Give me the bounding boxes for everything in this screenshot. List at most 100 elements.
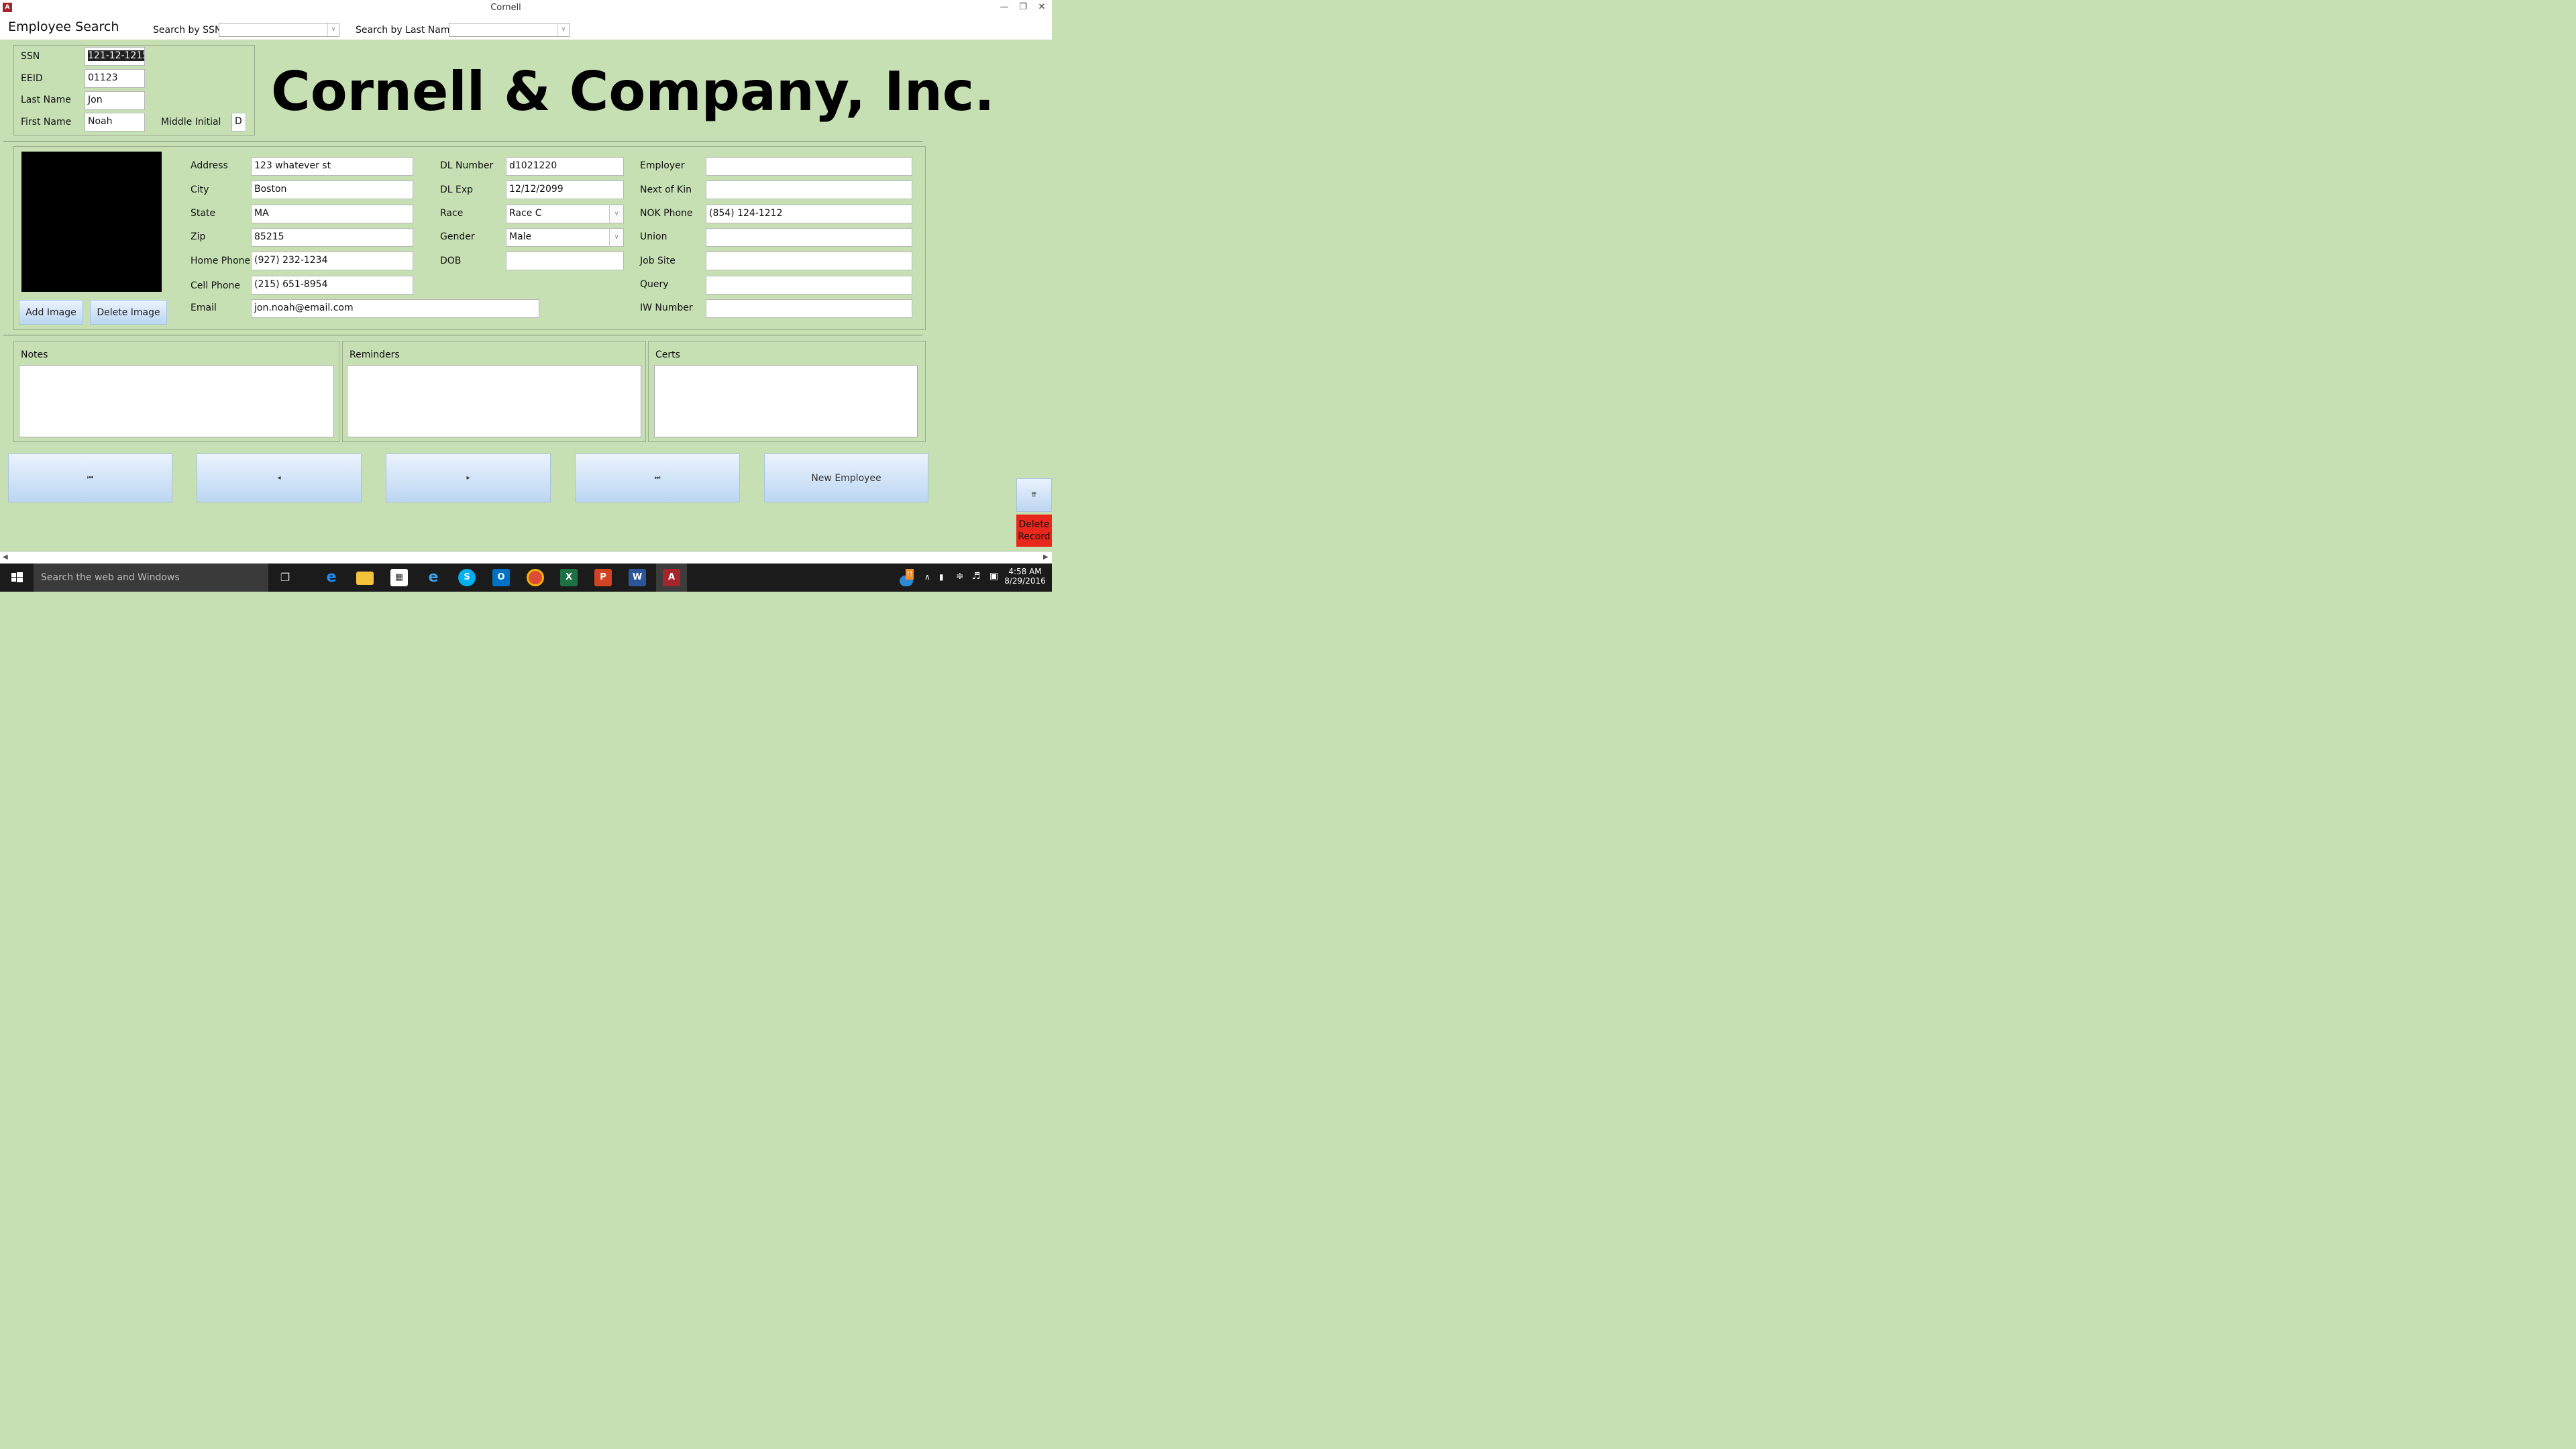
chevron-down-icon[interactable]: ∨: [609, 229, 623, 246]
first-name-field[interactable]: Noah: [85, 113, 145, 131]
reminders-textarea[interactable]: [347, 365, 641, 437]
scroll-right-icon[interactable]: ▶: [1043, 553, 1049, 561]
taskbar-search-box[interactable]: Search the web and Windows: [34, 564, 268, 592]
horizontal-scrollbar[interactable]: [0, 551, 1052, 564]
ssn-field[interactable]: 121-12-1215: [85, 47, 145, 66]
company-name-title: Cornell & Company, Inc.: [271, 60, 995, 123]
task-view-icon[interactable]: ❐: [276, 569, 294, 586]
last-name-field[interactable]: Jon: [85, 91, 145, 110]
employer-label: Employer: [640, 160, 685, 171]
add-image-button[interactable]: Add Image: [19, 300, 83, 325]
skype-icon[interactable]: S: [458, 569, 476, 586]
clock-time: 4:58 AM: [1008, 567, 1042, 576]
previous-record-button[interactable]: ◂: [197, 453, 362, 502]
windows-logo-icon: [11, 572, 23, 582]
file-explorer-icon[interactable]: [356, 572, 374, 585]
gender-label: Gender: [440, 231, 475, 242]
alert-icon: !!: [906, 569, 914, 580]
employee-photo: [21, 152, 162, 292]
address-field[interactable]: 123 whatever st: [251, 157, 413, 176]
action-center-icon[interactable]: ▣: [989, 571, 998, 582]
dob-label: DOB: [440, 256, 462, 266]
first-record-button[interactable]: ⏮: [8, 453, 172, 502]
scroll-left-icon[interactable]: ◀: [3, 553, 8, 561]
access-taskbar-item[interactable]: A: [656, 564, 687, 592]
next-record-button[interactable]: ▸: [386, 453, 551, 502]
employer-field[interactable]: [706, 157, 912, 176]
gender-combo[interactable]: Male ∨: [506, 228, 624, 247]
dl-exp-field[interactable]: 12/12/2099: [506, 180, 624, 199]
query-label: Query: [640, 279, 669, 290]
last-name-label: Last Name: [21, 95, 71, 105]
search-ssn-label: Search by SSN: [153, 25, 222, 36]
start-button[interactable]: [0, 564, 34, 592]
reminders-label: Reminders: [350, 350, 400, 360]
new-employee-button[interactable]: New Employee: [764, 453, 928, 502]
first-name-label: First Name: [21, 117, 72, 127]
race-combo[interactable]: Race C ∨: [506, 205, 624, 223]
next-of-kin-label: Next of Kin: [640, 184, 692, 195]
search-last-name-combo[interactable]: ∨: [449, 23, 570, 37]
race-value: Race C: [509, 208, 542, 219]
delete-record-label-line1: Delete: [1018, 519, 1050, 530]
edge-icon[interactable]: e: [323, 569, 340, 586]
last-record-button[interactable]: ⏭: [575, 453, 740, 502]
email-label: Email: [191, 303, 217, 313]
dob-field[interactable]: [506, 252, 624, 270]
certs-textarea[interactable]: [654, 365, 918, 437]
restore-icon[interactable]: ❐: [1014, 1, 1032, 13]
home-phone-field[interactable]: (927) 232-1234: [251, 252, 413, 270]
union-field[interactable]: [706, 228, 912, 247]
powerpoint-icon[interactable]: P: [594, 569, 612, 586]
delete-image-button[interactable]: Delete Image: [90, 300, 167, 325]
scroll-top-button[interactable]: ⇈: [1016, 478, 1052, 512]
dl-exp-label: DL Exp: [440, 184, 474, 195]
chevron-down-icon[interactable]: ∨: [557, 23, 569, 36]
delete-record-label-line2: Record: [1018, 531, 1051, 542]
battery-icon[interactable]: ▮: [939, 572, 944, 582]
home-phone-label: Home Phone: [191, 256, 251, 266]
city-field[interactable]: Boston: [251, 180, 413, 199]
minimize-icon[interactable]: —: [995, 1, 1014, 13]
state-label: State: [191, 208, 216, 219]
notification-app-icon[interactable]: !!: [900, 569, 914, 586]
store-icon[interactable]: ▦: [390, 569, 408, 586]
close-icon[interactable]: ✕: [1032, 1, 1051, 13]
cell-phone-field[interactable]: (215) 651-8954: [251, 276, 413, 294]
excel-icon[interactable]: X: [560, 569, 578, 586]
job-site-field[interactable]: [706, 252, 912, 270]
search-last-name-label: Search by Last Name: [356, 25, 456, 36]
state-field[interactable]: MA: [251, 205, 413, 223]
middle-initial-label: Middle Initial: [161, 117, 221, 127]
cell-phone-label: Cell Phone: [191, 280, 240, 291]
chevron-down-icon[interactable]: ∨: [609, 205, 623, 223]
notes-label: Notes: [21, 350, 48, 360]
show-hidden-icons-icon[interactable]: ∧: [924, 572, 930, 582]
volume-icon[interactable]: ♬: [972, 571, 981, 582]
eeid-field[interactable]: 01123: [85, 69, 145, 88]
wifi-icon[interactable]: ≑: [956, 571, 964, 582]
chrome-icon[interactable]: [527, 569, 544, 586]
dl-number-field[interactable]: d1021220: [506, 157, 624, 176]
delete-record-button[interactable]: Delete Record: [1016, 515, 1052, 547]
search-ssn-combo[interactable]: ∨: [219, 23, 339, 37]
divider: [3, 141, 922, 142]
internet-explorer-icon[interactable]: e: [425, 569, 442, 586]
next-of-kin-field[interactable]: [706, 180, 912, 199]
nok-phone-label: NOK Phone: [640, 208, 693, 219]
iw-number-field[interactable]: [706, 299, 912, 318]
outlook-icon[interactable]: O: [492, 569, 510, 586]
nok-phone-field[interactable]: (854) 124-1212: [706, 205, 912, 223]
address-label: Address: [191, 160, 228, 171]
word-icon[interactable]: W: [629, 569, 646, 586]
clock[interactable]: 4:58 AM 8/29/2016: [1004, 567, 1046, 586]
chevron-down-icon[interactable]: ∨: [327, 23, 339, 36]
query-field[interactable]: [706, 276, 912, 294]
zip-field[interactable]: 85215: [251, 228, 413, 247]
notes-textarea[interactable]: [19, 365, 334, 437]
iw-number-label: IW Number: [640, 303, 693, 313]
middle-initial-field[interactable]: D: [231, 113, 246, 131]
taskbar-search-placeholder: Search the web and Windows: [41, 572, 180, 583]
window-title: Cornell: [490, 3, 521, 13]
email-field[interactable]: jon.noah@email.com: [251, 299, 539, 318]
